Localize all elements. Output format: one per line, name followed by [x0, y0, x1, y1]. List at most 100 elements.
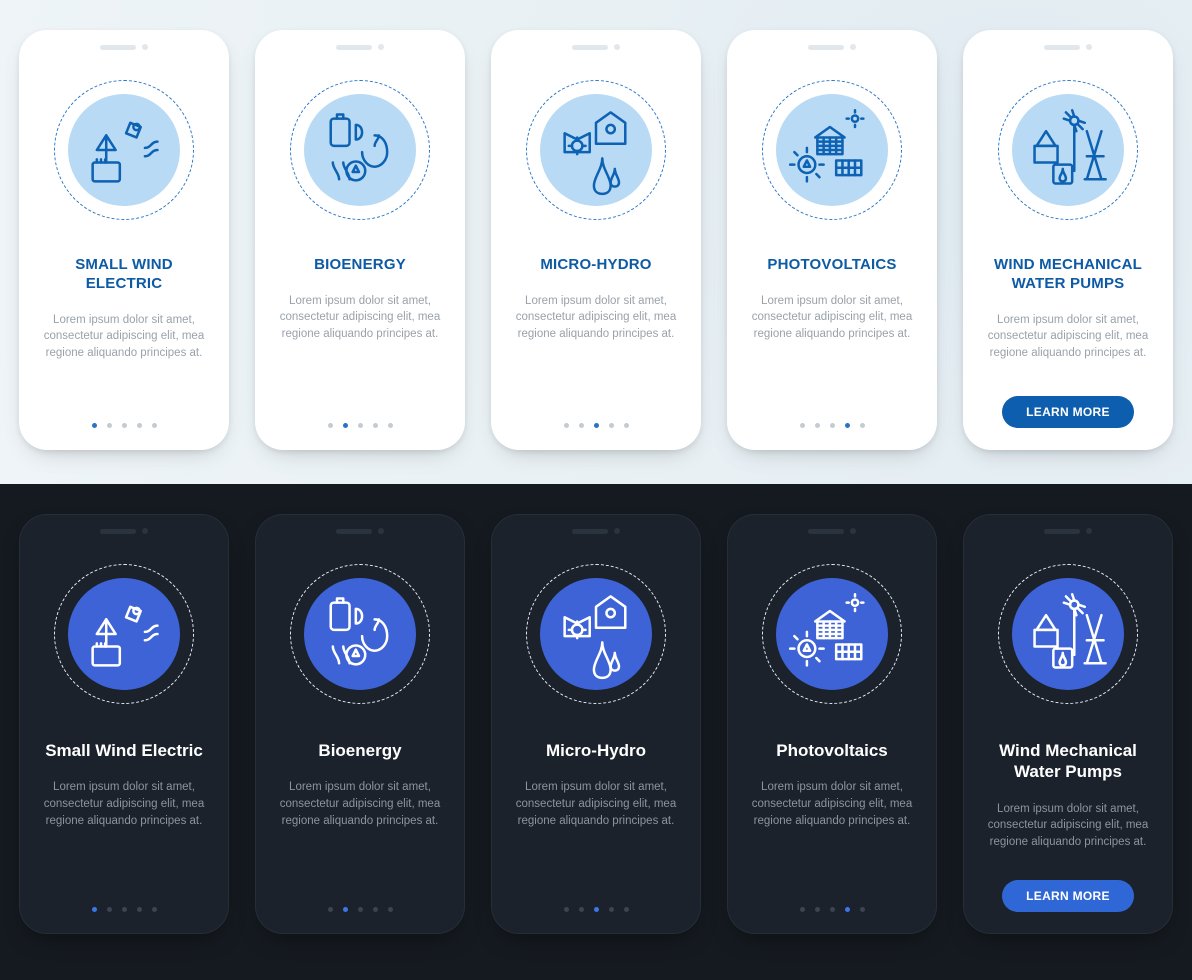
icon-frame: [762, 564, 902, 704]
page-dot[interactable]: [152, 907, 157, 912]
icon-frame: [54, 564, 194, 704]
icon-frame: [998, 80, 1138, 220]
page-dot[interactable]: [373, 907, 378, 912]
icon-frame: [290, 80, 430, 220]
page-dot[interactable]: [800, 907, 805, 912]
icon-frame: [762, 80, 902, 220]
page-dot[interactable]: [845, 907, 850, 912]
card-title: MICRO-HYDRO: [540, 256, 651, 275]
page-dot[interactable]: [92, 907, 97, 912]
phone-notch: [808, 44, 856, 50]
page-dot[interactable]: [388, 423, 393, 428]
wind-electric-icon: [68, 94, 180, 206]
page-dot[interactable]: [579, 423, 584, 428]
page-indicator[interactable]: [328, 885, 393, 912]
onboarding-card[interactable]: BIOENERGY Lorem ipsum dolor sit amet, con…: [255, 30, 465, 450]
phone-notch: [1044, 44, 1092, 50]
page-indicator[interactable]: [92, 885, 157, 912]
page-dot[interactable]: [373, 423, 378, 428]
wind-electric-icon: [68, 578, 180, 690]
phone-notch: [336, 44, 384, 50]
phone-notch: [808, 528, 856, 534]
page-dot[interactable]: [107, 907, 112, 912]
onboarding-card[interactable]: Micro-HydroLorem ipsum dolor sit amet, c…: [491, 514, 701, 934]
page-dot[interactable]: [609, 423, 614, 428]
onboarding-row-light: SMALL WIND ELECTRICLorem ipsum dolor sit…: [0, 0, 1192, 484]
page-dot[interactable]: [358, 907, 363, 912]
card-description: Lorem ipsum dolor sit amet, consectetur …: [273, 293, 447, 343]
page-dot[interactable]: [564, 907, 569, 912]
page-dot[interactable]: [343, 907, 348, 912]
card-title: Wind Mechanical Water Pumps: [981, 740, 1155, 783]
icon-frame: [54, 80, 194, 220]
phone-notch: [100, 44, 148, 50]
page-dot[interactable]: [815, 423, 820, 428]
icon-frame: [526, 564, 666, 704]
onboarding-card[interactable]: PHOTOVOLTAICS Lorem ipsum dolor sit amet,…: [727, 30, 937, 450]
page-dot[interactable]: [358, 423, 363, 428]
learn-more-button[interactable]: LEARN MORE: [1002, 396, 1134, 428]
micro-hydro-icon: [540, 94, 652, 206]
learn-more-button[interactable]: LEARN MORE: [1002, 880, 1134, 912]
page-indicator[interactable]: [564, 401, 629, 428]
page-indicator[interactable]: [800, 885, 865, 912]
page-dot[interactable]: [122, 907, 127, 912]
onboarding-card[interactable]: MICRO-HYDRO Lorem ipsum dolor sit amet, c…: [491, 30, 701, 450]
page-dot[interactable]: [860, 907, 865, 912]
page-dot[interactable]: [594, 423, 599, 428]
page-dot[interactable]: [845, 423, 850, 428]
card-title: BIOENERGY: [314, 256, 406, 275]
card-description: Lorem ipsum dolor sit amet, consectetur …: [745, 779, 919, 829]
card-description: Lorem ipsum dolor sit amet, consectetur …: [509, 779, 683, 829]
card-description: Lorem ipsum dolor sit amet, consectetur …: [981, 801, 1155, 851]
page-dot[interactable]: [137, 907, 142, 912]
page-dot[interactable]: [107, 423, 112, 428]
onboarding-card[interactable]: Photovoltaics Lorem ipsum dolor sit amet,…: [727, 514, 937, 934]
phone-notch: [572, 528, 620, 534]
photovoltaics-icon: [776, 94, 888, 206]
page-dot[interactable]: [830, 907, 835, 912]
page-dot[interactable]: [579, 907, 584, 912]
bioenergy-icon: [304, 94, 416, 206]
page-dot[interactable]: [122, 423, 127, 428]
card-title: Bioenergy: [318, 740, 401, 761]
card-title: WIND MECHANICAL WATER PUMPS: [981, 256, 1155, 294]
page-dot[interactable]: [624, 907, 629, 912]
card-description: Lorem ipsum dolor sit amet, consectetur …: [37, 312, 211, 362]
page-dot[interactable]: [860, 423, 865, 428]
onboarding-card[interactable]: Small Wind ElectricLorem ipsum dolor sit…: [19, 514, 229, 934]
photovoltaics-icon: [776, 578, 888, 690]
page-dot[interactable]: [343, 423, 348, 428]
page-dot[interactable]: [328, 423, 333, 428]
page-dot[interactable]: [328, 907, 333, 912]
onboarding-card[interactable]: WIND MECHANICAL WATER PUMPS Lorem ipsum d…: [963, 30, 1173, 450]
page-indicator[interactable]: [800, 401, 865, 428]
page-indicator[interactable]: [564, 885, 629, 912]
card-title: Small Wind Electric: [45, 740, 203, 761]
card-description: Lorem ipsum dolor sit amet, consectetur …: [509, 293, 683, 343]
page-indicator[interactable]: [92, 401, 157, 428]
card-description: Lorem ipsum dolor sit amet, consectetur …: [273, 779, 447, 829]
card-title: Photovoltaics: [776, 740, 887, 761]
onboarding-card[interactable]: Wind Mechanical Water Pumps Lorem ipsum d…: [963, 514, 1173, 934]
wind-pump-icon: [1012, 578, 1124, 690]
page-dot[interactable]: [564, 423, 569, 428]
page-dot[interactable]: [609, 907, 614, 912]
onboarding-card[interactable]: SMALL WIND ELECTRICLorem ipsum dolor sit…: [19, 30, 229, 450]
card-title: PHOTOVOLTAICS: [767, 256, 896, 275]
page-dot[interactable]: [594, 907, 599, 912]
page-dot[interactable]: [800, 423, 805, 428]
card-description: Lorem ipsum dolor sit amet, consectetur …: [981, 312, 1155, 362]
page-dot[interactable]: [624, 423, 629, 428]
micro-hydro-icon: [540, 578, 652, 690]
page-dot[interactable]: [137, 423, 142, 428]
page-indicator[interactable]: [328, 401, 393, 428]
page-dot[interactable]: [830, 423, 835, 428]
page-dot[interactable]: [92, 423, 97, 428]
page-dot[interactable]: [152, 423, 157, 428]
wind-pump-icon: [1012, 94, 1124, 206]
card-description: Lorem ipsum dolor sit amet, consectetur …: [745, 293, 919, 343]
onboarding-card[interactable]: Bioenergy Lorem ipsum dolor sit amet, con…: [255, 514, 465, 934]
page-dot[interactable]: [815, 907, 820, 912]
page-dot[interactable]: [388, 907, 393, 912]
